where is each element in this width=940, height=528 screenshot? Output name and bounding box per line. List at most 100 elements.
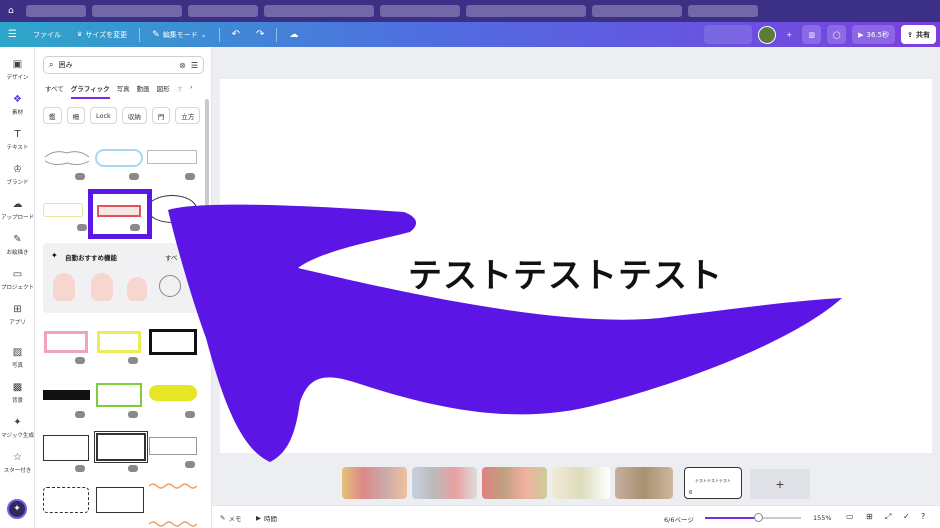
tab-shapes[interactable]: 図形	[157, 83, 170, 99]
cloud-save-button[interactable]: ☁	[281, 22, 306, 47]
rail-item-design[interactable]: ▣ デザイン	[0, 59, 35, 81]
browser-tab[interactable]	[688, 5, 758, 17]
magic-assistant-button[interactable]: ✦	[7, 499, 27, 519]
chip[interactable]: 立方	[175, 107, 201, 124]
chip[interactable]: Lock	[90, 107, 117, 124]
graphic-oval-frame[interactable]	[147, 195, 197, 223]
browser-tab[interactable]	[188, 5, 258, 17]
tab-all[interactable]: すべて	[45, 83, 64, 99]
sticker-rabbit[interactable]	[53, 273, 75, 301]
share-icon: ⇪	[907, 30, 913, 39]
premium-icon	[185, 461, 195, 468]
page-thumbnail[interactable]	[482, 467, 547, 499]
sticker-rabbit[interactable]	[91, 273, 113, 301]
chip[interactable]: 収納	[121, 107, 147, 124]
tab-more[interactable]: オ	[177, 83, 184, 99]
home-icon[interactable]: ⌂	[8, 6, 20, 16]
browser-tab[interactable]	[466, 5, 586, 17]
rail-item-starred[interactable]: ☆ スター付き	[0, 452, 35, 474]
graphic-sketch-frame[interactable]	[43, 435, 89, 461]
browser-tab[interactable]	[26, 5, 86, 17]
graphic-dotted-frame[interactable]	[96, 487, 144, 513]
zoom-slider[interactable]	[705, 513, 801, 522]
rail-item-elements[interactable]: ❖ 素材	[0, 94, 35, 116]
chip[interactable]: 鑑	[43, 107, 62, 124]
insights-button[interactable]: ▥	[802, 25, 822, 44]
browser-tab[interactable]	[380, 5, 460, 17]
chevron-right-icon[interactable]: ›	[190, 83, 193, 99]
graphic-blue-frame[interactable]	[95, 149, 143, 167]
add-collaborator-button[interactable]: +	[782, 25, 796, 44]
browser-tab[interactable]	[264, 5, 374, 17]
sticker-rabbit[interactable]	[127, 277, 147, 301]
page-thumbnail-current[interactable]: テストテストテスト 6	[684, 467, 742, 499]
graphic-pink-frame[interactable]	[44, 331, 88, 353]
page-thumbnail[interactable]	[552, 467, 610, 499]
page-indicator[interactable]: 6/6ページ	[664, 514, 694, 524]
fullscreen-icon[interactable]: ⤢	[885, 512, 891, 522]
check-icon[interactable]: ✓	[903, 512, 910, 521]
rail-item-brand[interactable]: ♔ ブランド	[0, 164, 35, 186]
rail-item-projects[interactable]: ▭ プロジェクト	[0, 269, 35, 291]
add-page-button[interactable]: +	[750, 469, 810, 499]
rail-item-draw[interactable]: ✎ お絵描き	[0, 234, 35, 256]
timer-icon: ▶	[256, 514, 261, 522]
tab-graphics[interactable]: グラフィック	[70, 83, 110, 99]
panel-scrollbar[interactable]	[205, 99, 209, 229]
edit-mode-button[interactable]: ✎ 編集モード ⌄	[144, 22, 214, 47]
chip[interactable]: 柵	[66, 107, 85, 124]
search-input[interactable]: ⌕ 囲み ⊗ ☰	[43, 56, 204, 74]
graphic-yellow-frame[interactable]	[43, 203, 83, 217]
share-button[interactable]: ⇪ 共有	[901, 25, 936, 44]
rail-item-background[interactable]: ▩ 背景	[0, 382, 35, 404]
graphic-green-frame[interactable]	[96, 383, 142, 407]
menu-button[interactable]: ☰	[0, 22, 25, 47]
highlight-box	[88, 189, 152, 239]
graphic-orange-wave[interactable]	[148, 513, 198, 527]
pages-view-icon[interactable]: ▭	[846, 512, 854, 521]
canvas-text[interactable]: テストテストテスト	[408, 248, 723, 297]
avatar[interactable]	[758, 25, 777, 44]
chip[interactable]: 門	[151, 107, 171, 124]
graphic-double-frame[interactable]	[94, 431, 148, 463]
browser-tab[interactable]	[592, 5, 682, 17]
browser-tab[interactable]	[92, 5, 182, 17]
help-icon[interactable]: ?	[921, 512, 925, 521]
timer-button[interactable]: ▶ 時間	[256, 513, 277, 523]
notes-button[interactable]: ✎ メモ	[220, 513, 241, 523]
rail-item-magic[interactable]: ✦ マジック生成	[0, 417, 35, 439]
page-thumbnail[interactable]	[412, 467, 477, 499]
tab-videos[interactable]: 動画	[137, 83, 150, 99]
see-all-link[interactable]: すべ	[165, 252, 178, 262]
filter-icon[interactable]: ☰	[191, 61, 198, 70]
undo-button[interactable]: ↶	[224, 22, 248, 47]
zoom-slider-handle[interactable]	[753, 513, 763, 522]
graphic-scallop-frame[interactable]	[43, 487, 89, 513]
sticker-speech[interactable]	[159, 275, 181, 297]
rail-item-text[interactable]: T テキスト	[0, 129, 35, 151]
graphic-yellow-pill[interactable]	[149, 385, 197, 401]
page-thumbnail[interactable]	[342, 467, 407, 499]
graphic-speech-frame[interactable]	[149, 437, 197, 455]
graphic-black-frame[interactable]	[149, 329, 197, 355]
graphic-lime-frame[interactable]	[97, 331, 141, 353]
resize-button[interactable]: ♛ サイズを変更	[69, 22, 135, 47]
tab-photos[interactable]: 写真	[117, 83, 130, 99]
comment-button[interactable]: ◯	[827, 25, 847, 44]
premium-icon	[75, 465, 85, 472]
graphic-thin-frame[interactable]	[147, 150, 197, 164]
zoom-level[interactable]: 155%	[813, 514, 832, 522]
file-menu-button[interactable]: ファイル	[25, 22, 69, 47]
clear-icon[interactable]: ⊗	[179, 61, 186, 70]
grid-view-icon[interactable]: ⊞	[866, 512, 873, 521]
graphic-orange-wave[interactable]	[148, 475, 198, 489]
rail-item-photos[interactable]: ▨ 写真	[0, 347, 35, 369]
rail-item-upload[interactable]: ☁ アップロード	[0, 199, 35, 221]
graphic-ornate-frame[interactable]	[43, 147, 91, 169]
redo-button[interactable]: ↷	[248, 22, 272, 47]
present-button[interactable]: ▶ 36.5秒	[852, 25, 896, 44]
rail-item-apps[interactable]: ⊞ アプリ	[0, 304, 35, 326]
bottom-bar: ✎ メモ ▶ 時間 6/6ページ 155% ▭ ⊞ ⤢ ✓ ?	[212, 505, 940, 528]
page-thumbnail[interactable]	[615, 467, 673, 499]
graphic-black-bar[interactable]	[43, 390, 90, 400]
